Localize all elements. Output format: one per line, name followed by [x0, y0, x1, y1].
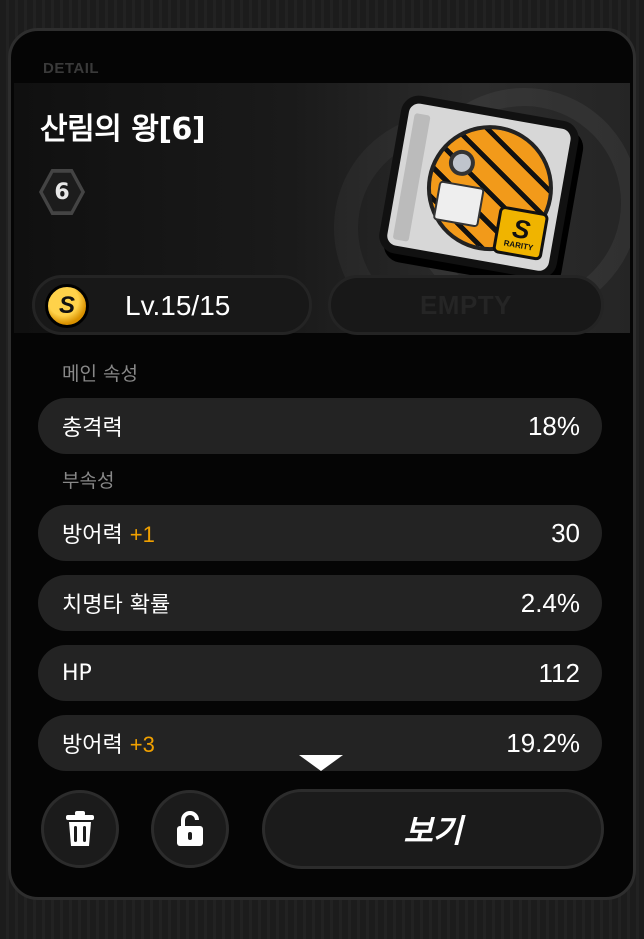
- stat-name: 방어력 +1: [62, 522, 155, 548]
- empty-label: EMPTY: [419, 289, 513, 320]
- stat-name: 치명타 확률: [62, 593, 171, 618]
- empty-slot: EMPTY: [328, 275, 604, 335]
- stat-value: 112: [538, 657, 580, 688]
- unlock-icon: [177, 811, 203, 846]
- stat-value: 2.4%: [520, 587, 580, 618]
- stat-value: 30: [551, 517, 580, 548]
- disc-spine: [392, 112, 431, 242]
- item-title: 산림의 왕[6]: [40, 112, 206, 147]
- sub-stats-label: 부속성: [62, 470, 115, 492]
- disc-card: S RARITY: [376, 92, 582, 282]
- disc-image: S RARITY: [375, 92, 592, 293]
- rarity-letter: S: [510, 212, 533, 245]
- view-button[interactable]: 보기: [262, 789, 604, 869]
- rarity-label: RARITY: [503, 237, 534, 252]
- stat-upgrade: +1: [129, 522, 155, 547]
- level-text: Lv.15/15: [125, 290, 231, 321]
- panel-tag: DETAIL: [43, 60, 100, 77]
- main-stats-label: 메인 속성: [62, 363, 138, 385]
- stat-value: 18%: [527, 410, 580, 441]
- level-display: S Lv.15/15: [32, 275, 312, 335]
- stat-name: 충격력: [62, 416, 123, 441]
- stat-value: 19.2%: [506, 727, 580, 758]
- trash-icon: [66, 811, 94, 846]
- disc-label: [432, 180, 485, 228]
- view-button-label: 보기: [403, 812, 463, 850]
- rarity-badge: S RARITY: [491, 205, 550, 262]
- delete-button[interactable]: [41, 790, 119, 868]
- sub-stat-row: 치명타 확률 2.4%: [38, 575, 602, 631]
- lock-button[interactable]: [151, 790, 229, 868]
- stat-name: HP: [62, 660, 92, 686]
- slot-number: 6: [42, 172, 82, 212]
- sub-stat-row: HP 112: [38, 645, 602, 701]
- scroll-down-icon[interactable]: [299, 755, 343, 771]
- main-stat-row: 충격력 18%: [38, 398, 602, 454]
- rank-s-icon: S: [45, 284, 89, 328]
- sub-stat-row: 방어력 +1 30: [38, 505, 602, 561]
- stat-upgrade: +3: [129, 732, 155, 757]
- stat-name: 방어력 +3: [62, 732, 155, 758]
